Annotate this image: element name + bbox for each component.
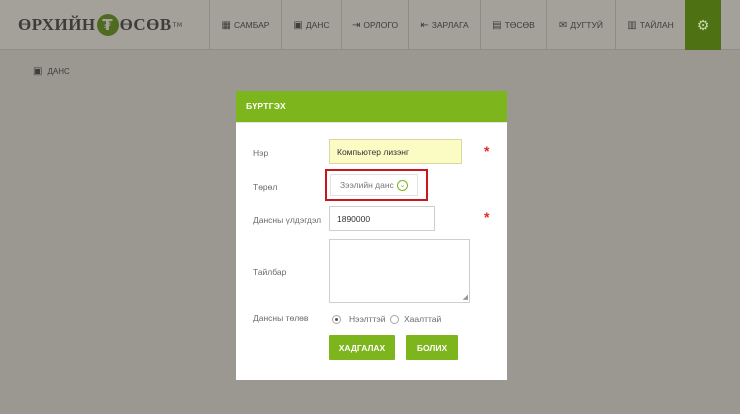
name-required-mark: * — [484, 143, 490, 159]
type-select-value: Зээлийн данс — [340, 180, 394, 190]
grid-icon: ▦ — [221, 19, 231, 31]
nav-accounts-label: ДАНС — [305, 20, 330, 30]
bar-chart-icon: ▥ — [627, 19, 637, 31]
save-button[interactable]: ХАДГАЛАХ — [329, 335, 395, 360]
tugrik-icon: ₮ — [96, 14, 119, 36]
resize-handle-icon[interactable]: ◢ — [463, 294, 468, 301]
status-closed-label: Хаалттай — [404, 314, 442, 324]
name-label: Нэр — [253, 148, 269, 158]
status-label: Дансны төлөв — [253, 313, 309, 323]
description-label: Тайлбар — [253, 267, 287, 277]
nav-budget-label: ТӨСӨВ — [504, 20, 535, 30]
name-input[interactable]: Компьютер лизэнг — [329, 139, 462, 164]
cancel-button[interactable]: БОЛИХ — [406, 335, 458, 360]
nav-dashboard[interactable]: ▦ САМБАР — [209, 0, 281, 50]
nav-budget[interactable]: ▤ ТӨСӨВ — [480, 0, 546, 50]
modal-divider — [236, 122, 507, 123]
status-closed-radio[interactable] — [390, 315, 399, 324]
nav-expense-label: ЗАРЛАГА — [431, 20, 469, 30]
top-header: ӨРХИЙН ₮ ӨСӨВ TM ▦ САМБАР ▣ ДАНС ⇥ ОРЛОГ… — [0, 0, 740, 50]
app-logo[interactable]: ӨРХИЙН ₮ ӨСӨВ TM — [18, 12, 183, 38]
status-open-label: Нээлттэй — [349, 314, 386, 324]
nav-accounts[interactable]: ▣ ДАНС — [281, 0, 341, 50]
logo-text-part2: ӨСӨВ — [119, 15, 172, 34]
nav-dashboard-label: САМБАР — [234, 20, 270, 30]
page-title-label: ДАНС — [47, 67, 70, 76]
nav-envelope[interactable]: ✉ ДУГТУЙ — [546, 0, 615, 50]
nav-report[interactable]: ▥ ТАЙЛАН — [615, 0, 685, 50]
nav-income-label: ОРЛОГО — [363, 20, 399, 30]
envelope-icon: ✉ — [559, 19, 568, 31]
sign-in-icon: ⇥ — [351, 19, 361, 31]
modal-title: БҮРТГЭХ — [236, 91, 507, 122]
type-label: Төрөл — [253, 182, 278, 192]
trademark-mark: TM — [172, 21, 183, 29]
nav-income[interactable]: ⇥ ОРЛОГО — [341, 0, 408, 50]
nav-expense[interactable]: ⇤ ЗАРЛАГА — [408, 0, 480, 50]
nav-envelope-label: ДУГТУЙ — [570, 20, 603, 30]
nav-report-label: ТАЙЛАН — [639, 20, 674, 30]
wallet-icon: ▣ — [33, 66, 43, 77]
type-select[interactable]: Зээлийн данс ⌄ — [330, 174, 418, 196]
chevron-down-icon: ⌄ — [397, 180, 408, 191]
register-modal: БҮРТГЭХ Нэр Компьютер лизэнг * Төрөл Зээ… — [236, 91, 507, 380]
page-title: ▣ ДАНС — [33, 66, 70, 77]
status-open-radio[interactable] — [332, 315, 341, 324]
logo-text-part1: ӨРХИЙН — [18, 15, 96, 34]
balance-label: Дансны үлдэгдэл — [253, 215, 322, 225]
settings-button[interactable]: ⚙ — [685, 0, 721, 50]
description-textarea[interactable]: ◢ — [329, 239, 470, 303]
sign-out-icon: ⇤ — [420, 19, 429, 31]
balance-required-mark: * — [484, 209, 490, 225]
wallet-icon: ▣ — [293, 19, 303, 31]
gear-icon: ⚙ — [696, 16, 710, 33]
calculator-icon: ▤ — [492, 19, 502, 31]
balance-input[interactable]: 1890000 — [329, 206, 435, 231]
